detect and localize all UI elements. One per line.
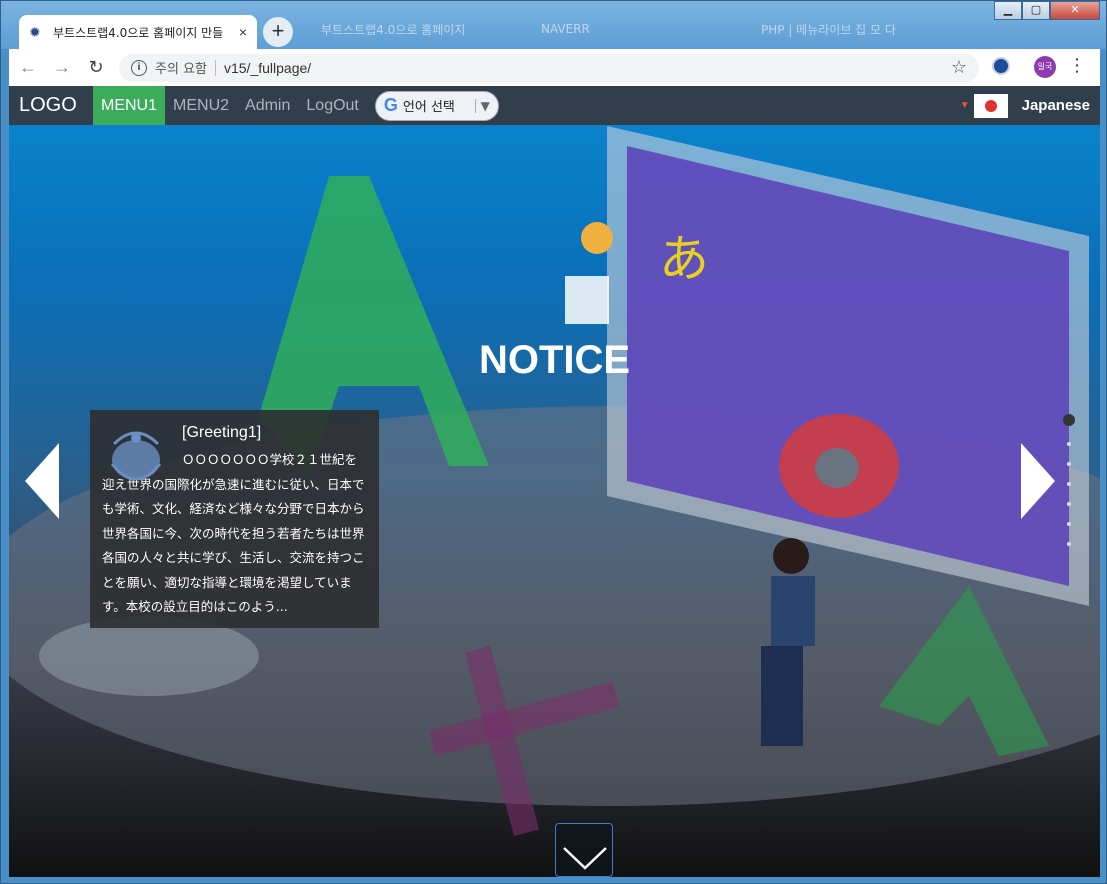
browser-toolbar: ← → ↻ i 주의 요함 v15/_fullpage/ ☆ 일국 ⋮	[9, 49, 1100, 86]
google-icon: G	[383, 95, 398, 115]
translate-label: 언어 선택	[402, 100, 455, 115]
prev-arrow-icon[interactable]	[25, 443, 59, 519]
profile-avatar[interactable]: 일국	[1034, 56, 1056, 78]
menu-item-logout[interactable]: LogOut	[298, 86, 366, 125]
pagination-dot[interactable]	[1067, 502, 1071, 506]
chevron-down-icon	[563, 847, 607, 870]
background-tab-1[interactable]: 부트스트랩4.0으로 홈페이지	[311, 15, 475, 43]
back-icon[interactable]: ←	[13, 57, 43, 78]
hero-section: あ NOTICE [Greeting1] ＯＯＯＯＯＯＯ学校２１世紀を迎え世界の…	[9, 86, 1100, 877]
minimize-button[interactable]: ▁	[994, 1, 1022, 20]
new-tab-button[interactable]: +	[263, 17, 293, 47]
background-tab-2[interactable]: NAVERR	[531, 15, 600, 43]
pagination-dot[interactable]	[1067, 462, 1071, 466]
menu-kebab-icon[interactable]: ⋮	[1068, 55, 1086, 76]
site-logo[interactable]: LOGO	[9, 94, 93, 117]
pagination-dot[interactable]	[1067, 522, 1071, 526]
browser-window: ✹ 부트스트랩4.0으로 홈페이지 만들 × + 부트스트랩4.0으로 홈페이지…	[0, 0, 1107, 884]
omnibox-divider	[214, 59, 216, 76]
pagination-dot[interactable]	[1067, 482, 1071, 486]
google-translate-select[interactable]: G 언어 선택 ▼	[374, 90, 499, 121]
pagination-dot-active[interactable]	[1063, 414, 1075, 426]
tab-close-icon[interactable]: ×	[239, 24, 247, 40]
pagination-dot[interactable]	[1067, 442, 1071, 446]
active-tab[interactable]: ✹ 부트스트랩4.0으로 홈페이지 만들 ×	[19, 15, 257, 49]
site-navbar: LOGO MENU1 MENU2 Admin LogOut G 언어 선택 ▼ …	[9, 86, 1100, 125]
dropdown-arrow-icon: ▼	[474, 98, 490, 113]
favicon-icon: ✹	[29, 24, 41, 40]
notice-card[interactable]: [Greeting1] ＯＯＯＯＯＯＯ学校２１世紀を迎え世界の国際化が急速に進む…	[90, 410, 379, 628]
star-icon[interactable]: ☆	[951, 57, 967, 78]
language-selector[interactable]: ▼ Japanese	[960, 86, 1090, 125]
close-window-button[interactable]: ✕	[1050, 1, 1100, 20]
svg-text:あ: あ	[659, 230, 709, 288]
extension-icon[interactable]	[992, 57, 1010, 75]
maximize-button[interactable]: ▢	[1022, 1, 1050, 20]
tab-title: 부트스트랩4.0으로 홈페이지 만들	[52, 25, 224, 40]
reload-icon[interactable]: ↻	[81, 57, 111, 78]
menu-item-menu2[interactable]: MENU2	[165, 86, 237, 125]
next-arrow-icon[interactable]	[1021, 443, 1055, 519]
scroll-down-button[interactable]	[555, 823, 613, 877]
section-title: NOTICE	[478, 338, 631, 382]
language-label: Japanese	[1021, 97, 1090, 114]
menu-item-menu1[interactable]: MENU1	[93, 86, 166, 125]
address-bar[interactable]: i 주의 요함 v15/_fullpage/ ☆	[119, 53, 979, 82]
section-pagination	[1063, 414, 1075, 562]
card-title: [Greeting1]	[182, 424, 262, 441]
japan-flag-icon	[973, 93, 1008, 118]
background-tab-3[interactable]: PHP | 메뉴라이브 집 모 다	[751, 15, 906, 43]
page-viewport: あ NOTICE [Greeting1] ＯＯＯＯＯＯＯ学校２１世紀を迎え世界の…	[9, 86, 1100, 877]
info-icon[interactable]: i	[131, 59, 147, 76]
security-warning[interactable]: 주의 요함	[155, 58, 207, 77]
title-bar: ✹ 부트스트랩4.0으로 홈페이지 만들 × + 부트스트랩4.0으로 홈페이지…	[1, 1, 1106, 49]
pagination-dot[interactable]	[1067, 542, 1071, 546]
menu-item-admin[interactable]: Admin	[237, 86, 298, 125]
school-emblem-icon	[110, 431, 162, 481]
forward-icon[interactable]: →	[47, 57, 77, 78]
url-text[interactable]: v15/_fullpage/	[224, 60, 311, 76]
caret-down-icon: ▼	[959, 100, 970, 111]
